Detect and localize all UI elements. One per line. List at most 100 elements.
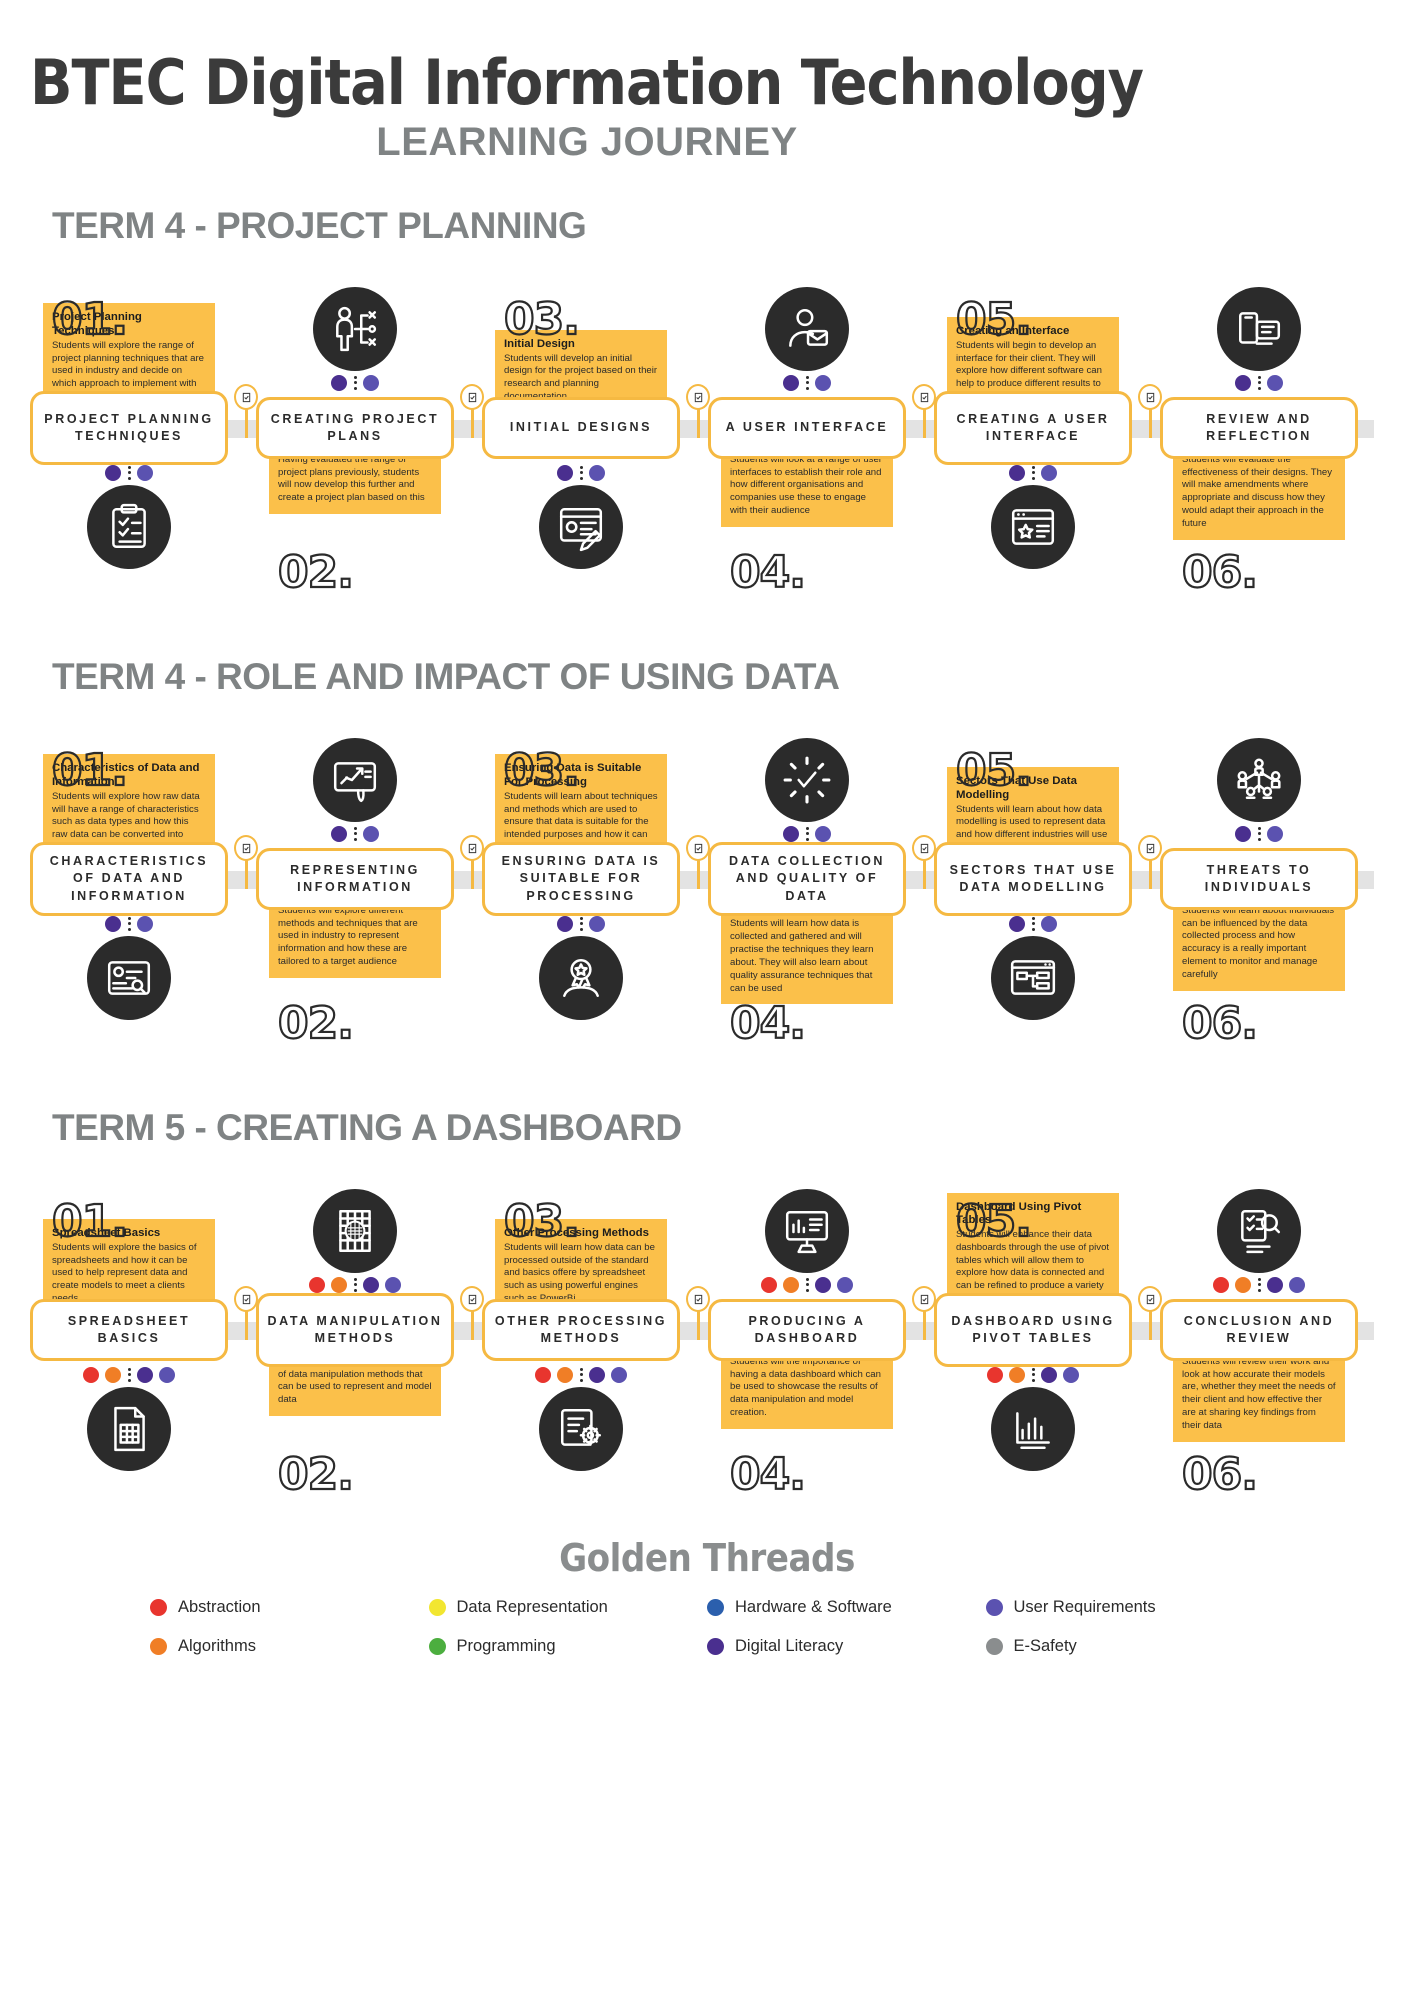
thread-dot-user_requirements	[837, 1277, 853, 1293]
process-gear-icon	[539, 1387, 623, 1471]
timeline-pill[interactable]: ENSURING DATA IS SUITABLE FOR PROCESSING	[482, 842, 680, 916]
thread-dot-digital_literacy	[363, 1277, 379, 1293]
step-number: 01.	[51, 294, 129, 345]
timeline-pill-label: REVIEW AND REFLECTION	[1206, 411, 1312, 443]
thread-dot-user_requirements	[611, 1367, 627, 1383]
thread-dot-digital_literacy	[557, 465, 573, 481]
thread-dot-digital_literacy	[331, 375, 347, 391]
timeline-pill-label: CREATING PROJECT PLANS	[270, 411, 440, 443]
timeline-pill[interactable]: DATA MANIPULATION METHODS	[256, 1293, 454, 1367]
timeline-pill-label: CONCLUSION AND REVIEW	[1183, 1313, 1335, 1345]
quality-award-icon	[539, 936, 623, 1020]
golden-threads-title: Golden Threads	[559, 1536, 855, 1580]
timeline-item: PRODUCING A DASHBOARDProducing a Dashboa…	[708, 1157, 906, 1522]
timeline-pill[interactable]: REVIEW AND REFLECTION	[1160, 397, 1358, 459]
golden-thread-dots	[1160, 826, 1358, 842]
timeline-track: SPREADSHEET BASICS Spreadsheet Basics Stud…	[0, 1157, 1414, 1522]
dot-separator	[1031, 916, 1035, 932]
timeline-pill[interactable]: THREATS TO INDIVIDUALS	[1160, 848, 1358, 910]
flowchart-window-icon	[991, 936, 1075, 1020]
thread-dot-abstraction	[987, 1367, 1003, 1383]
dot-separator	[1257, 1277, 1261, 1293]
legend-label: Abstraction	[178, 1598, 261, 1616]
timeline-pill[interactable]: CONCLUSION AND REVIEW	[1160, 1299, 1358, 1361]
timeline-pill[interactable]: CREATING A USER INTERFACE	[934, 391, 1132, 465]
legend-label: User Requirements	[1013, 1598, 1156, 1616]
timeline-item: INITIAL DESIGNS Initial Design Students wi…	[482, 255, 680, 620]
thread-dot-digital_literacy	[783, 826, 799, 842]
dot-separator	[353, 375, 357, 391]
spreadsheet-file-icon	[87, 1387, 171, 1471]
checkmark-dial-icon	[765, 738, 849, 822]
thread-dot-algorithms	[331, 1277, 347, 1293]
callout-body: Students will learn how data can be proc…	[504, 1241, 655, 1304]
timeline-pill[interactable]: CHARACTERISTICS OF DATA AND INFORMATION	[30, 842, 228, 916]
dot-separator	[127, 916, 131, 932]
timeline-pill[interactable]: DATA COLLECTION AND QUALITY OF DATA	[708, 842, 906, 916]
golden-thread-dots	[30, 465, 228, 481]
timeline-pill[interactable]: DASHBOARD USING PIVOT TABLES	[934, 1293, 1132, 1367]
thread-dot-user_requirements	[815, 375, 831, 391]
step-number: 02.	[277, 1449, 355, 1500]
timeline-pill-label: CREATING A USER INTERFACE	[956, 411, 1110, 443]
step-number: 05.	[955, 745, 1033, 796]
timeline-pill[interactable]: CREATING PROJECT PLANS	[256, 397, 454, 459]
timeline-item: CHARACTERISTICS OF DATA AND INFORMATION C…	[30, 706, 228, 1071]
timeline-pill[interactable]: REPRESENTING INFORMATION	[256, 848, 454, 910]
timeline-item: PROJECT PLANNING TECHNIQUES Project Plann…	[30, 255, 228, 620]
thread-dot-user_requirements	[1063, 1367, 1079, 1383]
timeline-item: A USER INTERFACEA User InterfaceStudents…	[708, 255, 906, 620]
timeline-pill[interactable]: OTHER PROCESSING METHODS	[482, 1299, 680, 1361]
thread-dot-digital_literacy	[783, 375, 799, 391]
milestone-marker-icon	[686, 1286, 710, 1342]
thread-dot-algorithms	[1009, 1367, 1025, 1383]
dot-separator	[127, 1367, 131, 1383]
timeline-item: DASHBOARD USING PIVOT TABLES Dashboard Us…	[934, 1157, 1132, 1522]
thread-dot-user_requirements	[1267, 375, 1283, 391]
dot-separator	[805, 375, 809, 391]
timeline-item: REPRESENTING INFORMATIONRepresenting Inf…	[256, 706, 454, 1071]
golden-thread-dots	[30, 916, 228, 932]
legend-row: Algorithms Programming Digital Literacy E-S…	[150, 1637, 1264, 1656]
thread-dot-digital_literacy	[1009, 465, 1025, 481]
section-title: TERM 4 - ROLE AND IMPACT OF USING DATA	[52, 656, 840, 697]
legend-color-swatch	[428, 1599, 446, 1616]
thread-dot-user_requirements	[1289, 1277, 1305, 1293]
timeline-pill[interactable]: SPREADSHEET BASICS	[30, 1299, 228, 1361]
timeline-pill-label: SECTORS THAT USE DATA MODELLING	[949, 862, 1117, 894]
dot-separator	[579, 1367, 583, 1383]
golden-thread-dots	[708, 1277, 906, 1293]
interface-star-icon	[991, 485, 1075, 569]
legend-color-swatch	[985, 1599, 1003, 1616]
dot-separator	[353, 1277, 357, 1293]
timeline-item: SECTORS THAT USE DATA MODELLING Sectors T…	[934, 706, 1132, 1071]
thread-dot-user_requirements	[589, 465, 605, 481]
timeline-pill[interactable]: INITIAL DESIGNS	[482, 397, 680, 459]
timeline-pill[interactable]: PRODUCING A DASHBOARD	[708, 1299, 906, 1361]
golden-thread-dots	[482, 465, 680, 481]
golden-thread-dots	[482, 916, 680, 932]
timeline-pill-label: PROJECT PLANNING TECHNIQUES	[44, 411, 214, 443]
timeline-pill[interactable]: A USER INTERFACE	[708, 397, 906, 459]
timeline-pill[interactable]: PROJECT PLANNING TECHNIQUES	[30, 391, 228, 465]
golden-thread-dots	[1160, 1277, 1358, 1293]
thread-dot-user_requirements	[1041, 465, 1057, 481]
legend-item: Algorithms	[150, 1637, 429, 1656]
timeline-pill[interactable]: SECTORS THAT USE DATA MODELLING	[934, 842, 1132, 916]
legend-label: E-Safety	[1013, 1637, 1077, 1655]
thread-dot-digital_literacy	[557, 916, 573, 932]
timeline-item: CREATING A USER INTERFACE Creating an Int…	[934, 255, 1132, 620]
timeline-pill-label: A USER INTERFACE	[725, 420, 889, 435]
step-number: 03.	[503, 294, 581, 345]
clipboard-checklist-icon	[87, 485, 171, 569]
golden-thread-dots	[934, 916, 1132, 932]
milestone-marker-icon	[234, 384, 258, 440]
term-section: TERM 5 - CREATING A DASHBOARD SPREADSHEET…	[0, 1107, 1414, 1522]
milestone-marker-icon	[1138, 835, 1162, 891]
thread-dot-digital_literacy	[815, 1277, 831, 1293]
legend-color-swatch	[985, 1638, 1003, 1655]
legend-item: Hardware & Software	[707, 1598, 986, 1617]
thread-dot-user_requirements	[159, 1367, 175, 1383]
thread-dot-digital_literacy	[1235, 826, 1251, 842]
thread-dot-user_requirements	[815, 826, 831, 842]
